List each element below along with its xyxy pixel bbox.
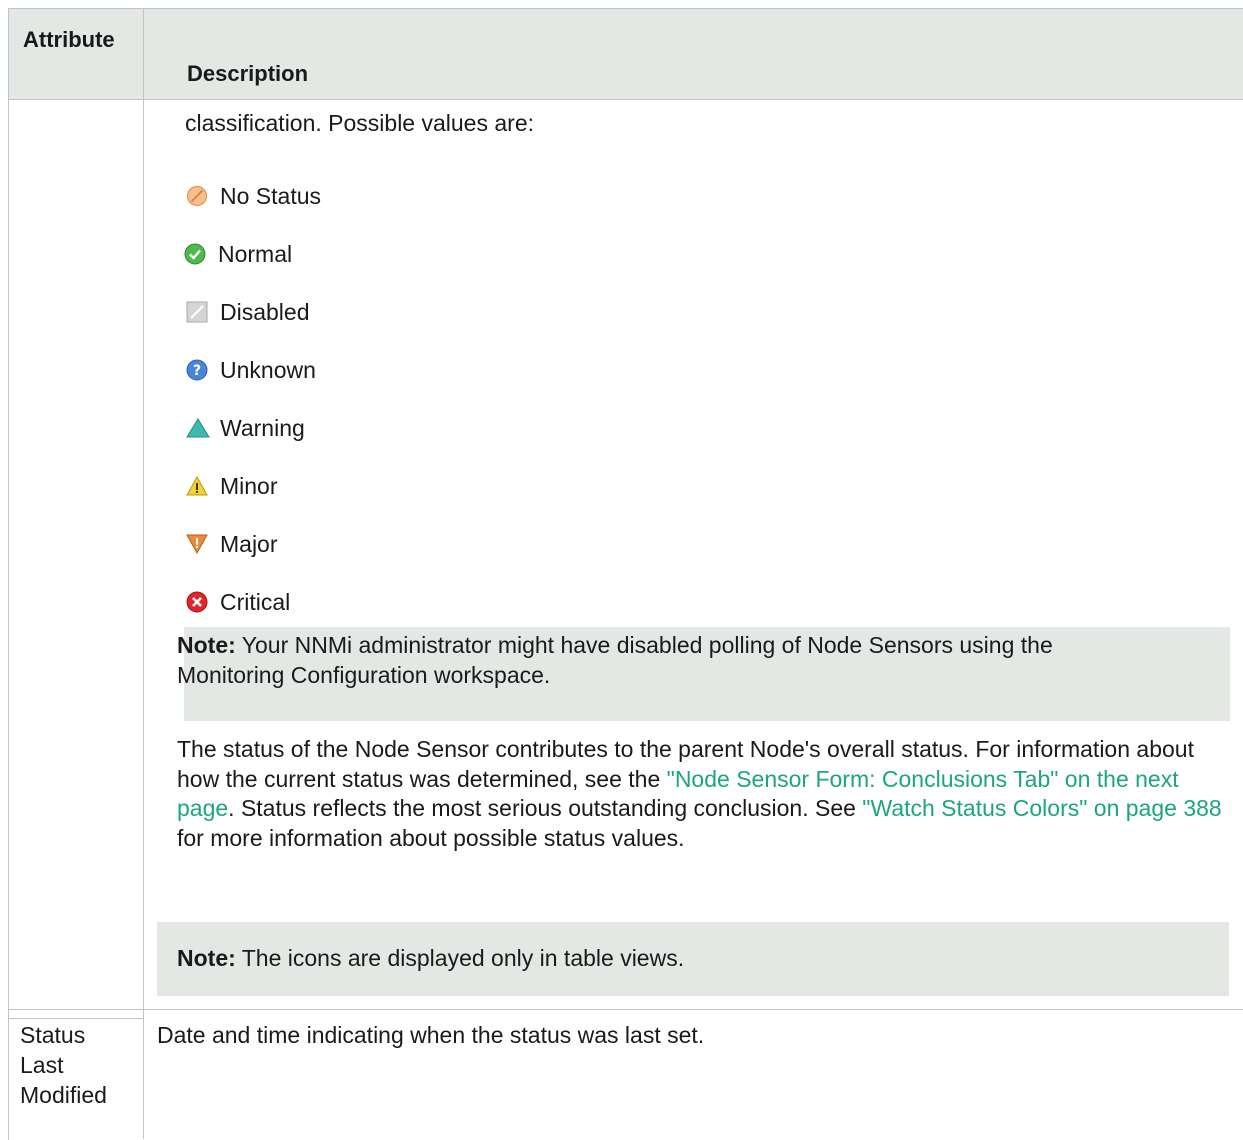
note-box-icons: Note: The icons are displayed only in ta… — [157, 922, 1229, 996]
header-description-label: Description — [187, 61, 309, 86]
warning-icon — [186, 417, 210, 439]
note-box-polling: Note: Your NNMi administrator might have… — [177, 627, 1230, 721]
note-polling-text: Note: Your NNMi administrator might have… — [177, 630, 1053, 690]
note-line1: Your NNMi administrator might have disab… — [235, 632, 1053, 658]
status-last-modified-label: Status Last Modified — [20, 1022, 107, 1108]
status-last-modified-description: Date and time indicating when the status… — [157, 1022, 705, 1048]
header-attribute: Attribute — [9, 9, 144, 100]
normal-icon — [184, 243, 206, 265]
status-attribute-cell — [9, 100, 144, 1019]
note-icons-body: The icons are displayed only in table vi… — [235, 945, 685, 971]
header-description: Description — [144, 9, 1243, 100]
status-label: Major — [220, 531, 278, 557]
status-label: Unknown — [220, 357, 316, 383]
status-label: Warning — [220, 415, 305, 441]
watch-status-colors-link[interactable]: "Watch Status Colors" on page 388 — [862, 795, 1221, 821]
note-label: Note: — [177, 945, 236, 971]
unknown-icon: ? — [186, 359, 208, 381]
major-icon — [186, 533, 208, 555]
column-divider — [143, 1009, 144, 1139]
para-text-3: for more information about possible stat… — [177, 824, 685, 851]
status-label: Critical — [220, 589, 291, 615]
note-line2: Monitoring Configuration workspace. — [177, 662, 551, 688]
svg-text:?: ? — [193, 363, 201, 379]
status-label: Normal — [218, 241, 293, 267]
note-label: Note: — [177, 632, 236, 658]
no-status-icon — [186, 185, 208, 207]
status-label: Minor — [220, 473, 278, 499]
status-intro: classification. Possible values are: — [185, 110, 534, 136]
note-icons-text: Note: The icons are displayed only in ta… — [177, 945, 684, 972]
critical-icon — [186, 591, 208, 613]
status-paragraph: The status of the Node Sensor contribute… — [177, 735, 1237, 853]
status-label: No Status — [220, 183, 321, 209]
minor-icon — [186, 475, 208, 497]
row-divider — [8, 1009, 1243, 1010]
disabled-icon — [186, 301, 208, 323]
para-text-2: . Status reflects the most serious outst… — [228, 795, 863, 821]
status-label: Disabled — [220, 299, 310, 325]
header-attribute-label: Attribute — [23, 27, 115, 52]
status-description-cell: classification. Possible values are: No … — [144, 100, 1243, 1018]
